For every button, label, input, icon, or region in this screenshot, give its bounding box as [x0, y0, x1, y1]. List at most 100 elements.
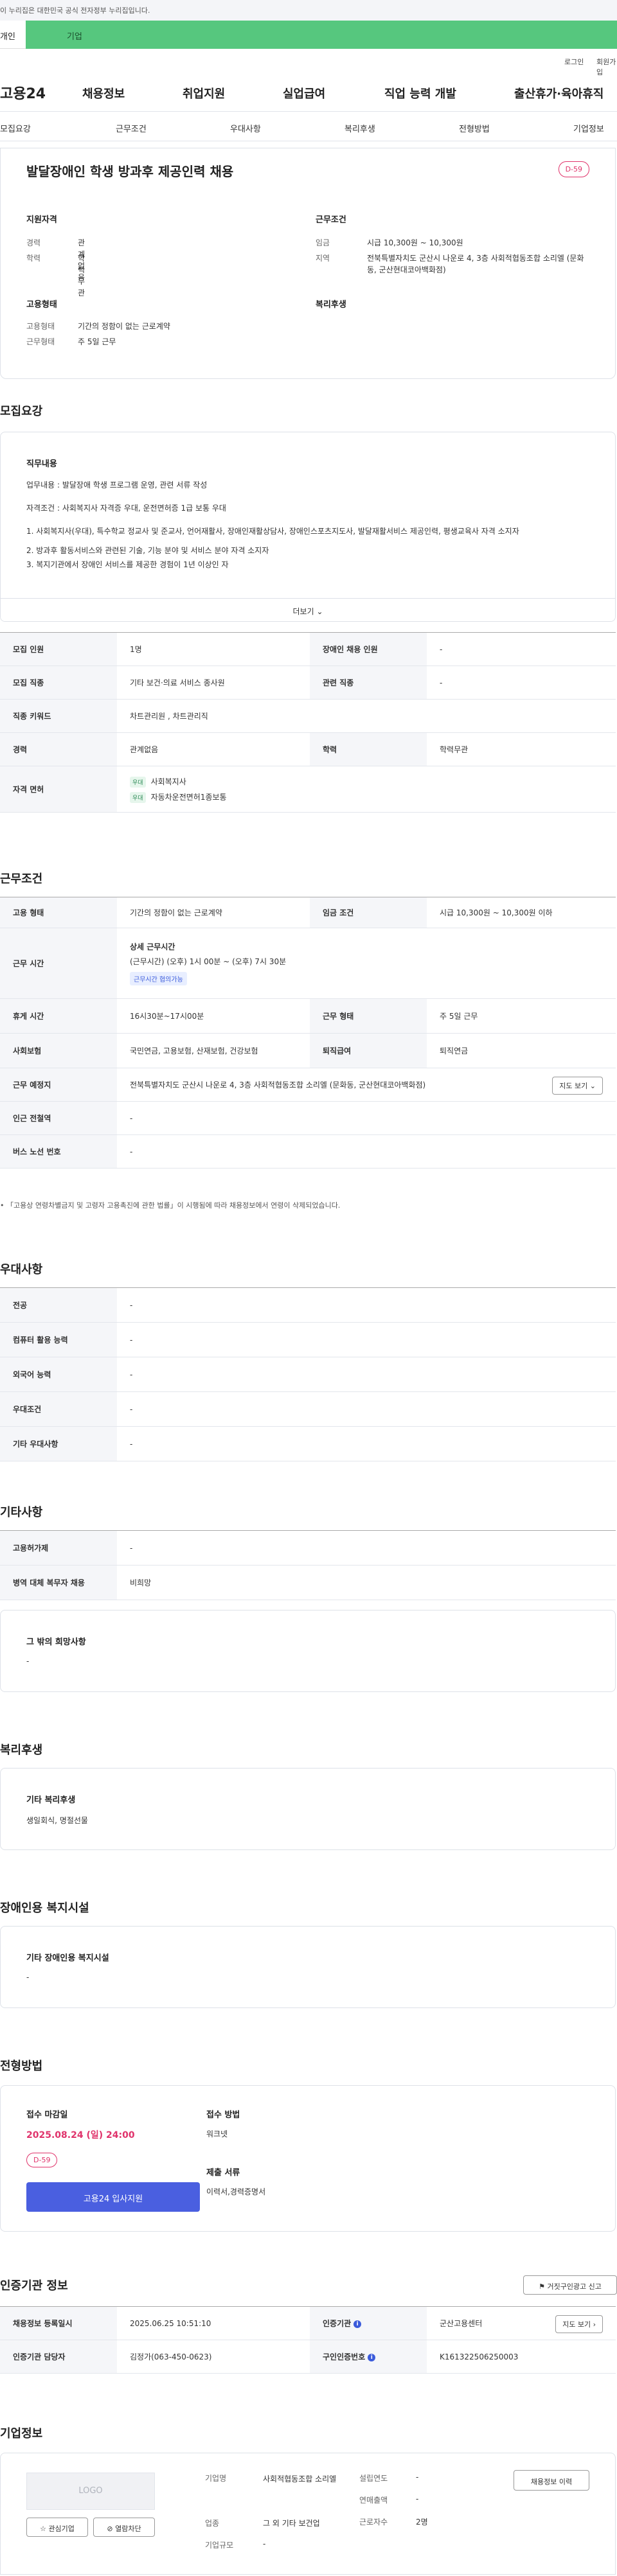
company-logo: LOGO: [26, 2473, 155, 2510]
table-cell: 퇴직연금: [427, 1033, 616, 1068]
table-row: 컴퓨터 활용 능력 -: [0, 1322, 616, 1357]
dday-badge: D-59: [558, 161, 589, 177]
table-row: 고용 형태 기간의 정함이 없는 근로계약 임금 조건 시급 10,300원 ~…: [0, 897, 616, 928]
apply-button[interactable]: 고용24 입사지원: [26, 2182, 200, 2212]
star-icon: ☆: [40, 2525, 46, 2533]
chevron-down-icon: ⌄: [316, 607, 323, 616]
utility-links: 로그인 회원가입: [0, 49, 617, 76]
duty-line: 업무내용 : 발달장애 학생 프로그램 운영, 관련 서류 작성: [26, 481, 208, 490]
gnb-menu-unemployment-benefit[interactable]: 실업급여: [283, 85, 325, 101]
docs-value: 이력서,경력증명서: [206, 2187, 266, 2196]
table-row: 자격 면허 우대 사회복지사 우대 자동차운전면허1종보통: [0, 766, 616, 813]
login-link[interactable]: 로그인: [564, 57, 584, 67]
other-wish-value: -: [26, 1657, 30, 1666]
agency-map-button[interactable]: 지도 보기 ›: [555, 2315, 603, 2333]
table-row: 사회보험 국민연금, 고용보험, 산재보험, 건강보험 퇴직급여 퇴직연금: [0, 1033, 616, 1068]
gnb-menu-job-training[interactable]: 직업 능력 개발: [384, 85, 456, 101]
industry-label: 업종: [205, 2519, 220, 2528]
table-row: 버스 노선 번호 -: [0, 1134, 616, 1169]
table-row: 경력 관계없음 학력 학력무관: [0, 732, 616, 766]
anchor-tab-prefer[interactable]: 우대사항: [230, 122, 261, 134]
table-cell: 시급 10,300원 ~ 10,300원 이하: [427, 897, 616, 928]
favorite-company-button[interactable]: ☆ 관심기업: [26, 2518, 88, 2537]
table-cell: 차트관리원 , 차트관리직: [117, 699, 616, 733]
founded-label: 설립연도: [359, 2474, 388, 2483]
more-button[interactable]: 더보기 ⌄: [1, 598, 615, 621]
duty-line: 자격조건 : 사회복지사 자격증 우대, 운전면허증 1급 보통 우대: [26, 504, 226, 513]
table-cell: -: [427, 666, 616, 700]
table-row: 전공 -: [0, 1287, 616, 1323]
tab-company[interactable]: 기업: [26, 21, 617, 49]
table-cell: 16시30분~17시00분: [117, 998, 310, 1034]
table-row: 근무 예정지 전북특별자치도 군산시 나운로 4, 3층 사회적협동조합 소리엘…: [0, 1068, 616, 1102]
work-section-title: 근무조건: [316, 215, 346, 225]
docs-label: 제출 서류: [206, 2168, 240, 2178]
gov-banner: 이 누리집은 대한민국 공식 전자정부 누리집입니다.: [0, 0, 617, 21]
table-header-cell: 버스 노선 번호: [0, 1134, 117, 1169]
employees-label: 근로자수: [359, 2518, 388, 2527]
info-icon[interactable]: i: [353, 2320, 362, 2328]
company-section-title: 기업정보: [0, 2427, 43, 2440]
table-header-cell: 장애인 채용 인원: [310, 632, 427, 666]
anchor-tab-company[interactable]: 기업정보: [573, 122, 604, 134]
table-header-cell: 채용정보 등록일시: [0, 2306, 117, 2340]
job-history-button[interactable]: 채용정보 이력: [514, 2470, 589, 2491]
table-header-cell: 근무 예정지: [0, 1068, 117, 1102]
gnb-menu-job-info[interactable]: 채용정보: [82, 85, 125, 101]
block-view-button[interactable]: ⊘ 열람차단: [93, 2518, 155, 2537]
table-row: 근무 시간 상세 근무시간 (근무시간) (오후) 1시 00분 ~ (오후) …: [0, 928, 616, 999]
anchor-tab-recruit[interactable]: 모집요강: [0, 122, 31, 134]
table-cell: -: [117, 1357, 616, 1392]
agency-org-cell: 군산고용센터 지도 보기 ›: [427, 2306, 616, 2340]
table-header-cell: 외국어 능력: [0, 1357, 117, 1392]
flag-icon: ⚑: [539, 2282, 545, 2291]
tab-person[interactable]: 개인: [0, 21, 26, 49]
table-header-cell: 인증기관 담당자: [0, 2340, 117, 2374]
anchor-tab-work-cond[interactable]: 근무조건: [116, 122, 147, 134]
revenue-value: -: [416, 2494, 419, 2503]
duty-line: 2. 방과후 활동서비스와 관련된 기술, 기능 분야 및 서비스 분야 자격 …: [26, 546, 269, 555]
info-icon[interactable]: i: [368, 2353, 376, 2361]
gnb-menu-employment-support[interactable]: 취업지원: [183, 85, 225, 101]
license-name: 사회복지사: [150, 777, 186, 786]
table-cell: 기타 보건·의료 서비스 종사원: [117, 666, 310, 700]
etc-section-title: 기타사항: [0, 1506, 43, 1519]
company-box: LOGO ☆ 관심기업 ⊘ 열람차단 기업명 사회적협동조합 소리엘 업종 그 …: [0, 2453, 616, 2575]
work-hours-cell: 상세 근무시간 (근무시간) (오후) 1시 00분 ~ (오후) 7시 30분…: [117, 928, 616, 999]
site-logo[interactable]: 고용24: [0, 82, 46, 103]
method-label: 접수 방법: [206, 2110, 240, 2120]
duty-line: 3. 복지기관에서 장애인 서비스를 제공한 경험이 1년 이상인 자: [26, 560, 229, 569]
founded-value: -: [416, 2473, 419, 2482]
report-button[interactable]: ⚑ 거짓구인광고 신고: [523, 2275, 617, 2295]
table-cell: 비희망: [117, 1565, 616, 1600]
qual-section-title: 지원자격: [26, 215, 57, 225]
table-header-cell: 인근 전철역: [0, 1101, 117, 1135]
user-type-tabs: 개인 기업: [0, 21, 617, 49]
table-row: 인근 전철역 -: [0, 1101, 616, 1135]
work-place-text: 전북특별자치도 군산시 나운로 4, 3층 사회적협동조합 소리엘 (문화동, …: [130, 1081, 426, 1090]
agency-org-value: 군산고용센터: [440, 2319, 483, 2328]
gnb-menu-parental-leave[interactable]: 출산휴가·육아휴직: [514, 85, 604, 101]
disability-sub: 기타 장애인용 복지시설: [26, 1954, 109, 1963]
table-header-cell: 직종 키워드: [0, 699, 117, 733]
table-header-cell: 고용 형태: [0, 897, 117, 928]
anchor-tab-apply[interactable]: 전형방법: [459, 122, 490, 134]
duty-box: 직무내용 업무내용 : 발달장애 학생 프로그램 운영, 관련 서류 작성 자격…: [0, 432, 616, 622]
prefer-table: 전공 - 컴퓨터 활용 능력 - 외국어 능력 - 우대조건 - 기타 우대사항 -: [0, 1287, 616, 1461]
other-wish-box: 그 밖의 희망사항 -: [0, 1610, 616, 1692]
anchor-tab-welfare[interactable]: 복리후생: [344, 122, 375, 134]
table-cell: 1명: [117, 632, 310, 666]
agency-table: 채용정보 등록일시 2025.06.25 10:51:10 인증기관 i 군산고용…: [0, 2306, 616, 2374]
company-name-label: 기업명: [205, 2474, 227, 2483]
agency-section-title: 인증기관 정보: [0, 2279, 68, 2293]
table-header-cell: 구인인증번호 i: [310, 2340, 427, 2374]
apply-box: 접수 마감일 2025.08.24 (일) 24:00 D-59 고용24 입사…: [0, 2085, 616, 2232]
table-header-cell: 컴퓨터 활용 능력: [0, 1322, 117, 1357]
block-icon: ⊘: [107, 2525, 113, 2533]
welfare-sub: 기타 복리후생: [26, 1795, 76, 1805]
table-cell: -: [117, 1391, 616, 1427]
table-cell: -: [117, 1101, 616, 1135]
map-button[interactable]: 지도 보기 ⌄: [552, 1077, 603, 1095]
table-header-cell: 모집 인원: [0, 632, 117, 666]
table-header-cell: 경력: [0, 732, 117, 766]
